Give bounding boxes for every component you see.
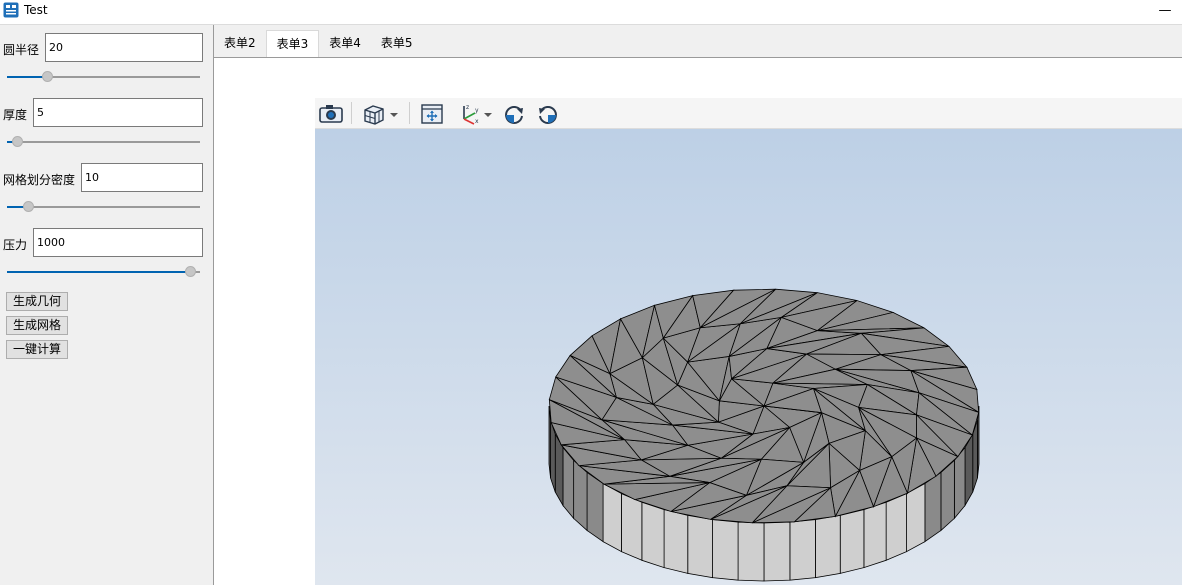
title-bar: Test — — [0, 0, 1182, 24]
mesh-density-slider[interactable] — [7, 201, 200, 213]
mesh-side-face — [940, 459, 955, 532]
mesh-side-face — [885, 492, 907, 561]
3d-viewer: z y x — [315, 98, 1182, 585]
generate-mesh-button[interactable]: 生成网格 — [6, 316, 69, 335]
mesh-side-face — [573, 459, 588, 532]
mesh-density-label: 网格划分密度 — [3, 173, 76, 187]
tab-form3[interactable]: 表单3 — [265, 30, 320, 57]
window-title: Test — [24, 3, 48, 17]
viewer-toolbar: z y x — [315, 98, 1182, 129]
fit-all-icon[interactable] — [419, 101, 445, 127]
thickness-slider[interactable] — [7, 136, 200, 148]
mesh-side-face — [815, 514, 841, 579]
generate-geometry-button[interactable]: 生成几何 — [6, 292, 69, 311]
minimize-button[interactable]: — — [1148, 0, 1182, 20]
rotate-cw-icon[interactable] — [501, 101, 527, 127]
mesh-side-face — [602, 482, 622, 553]
svg-text:y: y — [475, 107, 479, 114]
svg-text:x: x — [475, 118, 479, 125]
mesh-side-face — [687, 514, 713, 579]
chevron-down-icon[interactable] — [387, 101, 401, 127]
thickness-label: 厚度 — [3, 108, 28, 122]
mesh-side-face — [586, 471, 604, 543]
parameter-panel: 圆半径 厚度 网格划分密度 压力 生成几何 生成网格 一键计算 — [0, 25, 213, 585]
pressure-slider[interactable] — [7, 266, 200, 278]
tab-bar: 表单2 表单3 表单4 表单5 — [214, 30, 423, 58]
mesh-side-face — [789, 519, 816, 581]
mesh-side-face — [641, 501, 665, 569]
tab-form2[interactable]: 表单2 — [214, 30, 266, 57]
toolbar-separator — [351, 102, 352, 124]
pressure-input[interactable] — [33, 228, 203, 257]
mesh-side-face — [863, 501, 887, 569]
toolbar-separator — [409, 102, 410, 124]
one-click-compute-button[interactable]: 一键计算 — [6, 340, 69, 359]
mesh-side-face — [621, 492, 643, 561]
axes-icon[interactable]: z y x — [455, 101, 481, 127]
pressure-label: 压力 — [3, 238, 28, 252]
mesh-side-face — [763, 521, 791, 582]
radius-input[interactable] — [45, 33, 203, 62]
mesh-side-face — [924, 471, 942, 543]
mesh-side-face — [562, 446, 575, 520]
chevron-down-icon[interactable] — [481, 101, 495, 127]
radius-slider[interactable] — [7, 71, 200, 83]
app-icon — [3, 2, 19, 18]
tab-form4[interactable]: 表单4 — [319, 30, 371, 57]
3d-viewport[interactable] — [315, 129, 1182, 585]
mesh-side-face — [663, 509, 689, 574]
mesh-side-face — [839, 509, 865, 574]
tab-form5[interactable]: 表单5 — [370, 30, 423, 57]
svg-text:z: z — [466, 104, 469, 111]
meshed-disc — [548, 288, 980, 582]
rotate-ccw-icon[interactable] — [535, 101, 561, 127]
view-cube-icon[interactable] — [361, 101, 387, 127]
mesh-side-face — [737, 521, 765, 582]
radius-label: 圆半径 — [3, 43, 40, 57]
thickness-input[interactable] — [33, 98, 203, 127]
camera-icon[interactable] — [318, 101, 344, 127]
mesh-side-face — [712, 519, 739, 581]
mesh-side-face — [906, 482, 926, 553]
mesh-density-input[interactable] — [81, 163, 203, 192]
